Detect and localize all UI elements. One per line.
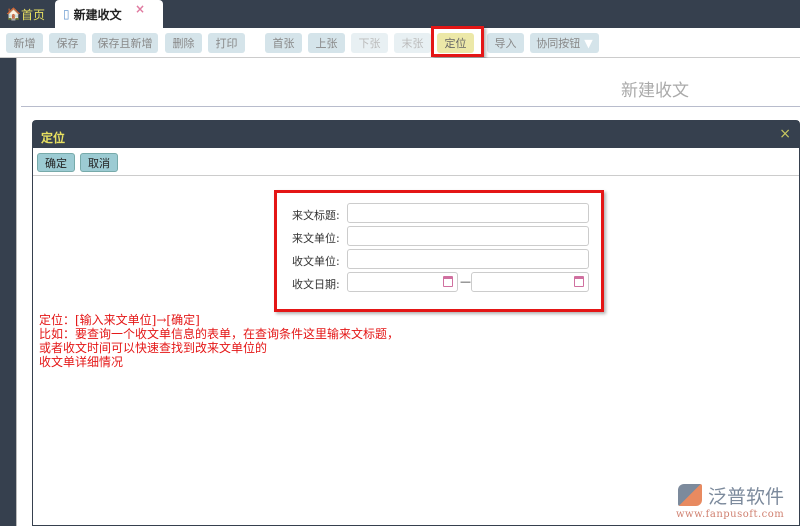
import-button[interactable]: 导入 [487,33,524,53]
calendar-icon[interactable] [574,276,584,287]
collab-label: 协同按钮 [536,37,581,50]
logo-mark-icon [678,484,702,506]
label-sender: 来文单位: [292,232,340,245]
title-input[interactable] [347,203,589,223]
calendar-icon[interactable] [443,276,453,287]
note-line: 比如：要查询一个收文单信息的表单，在查询条件这里输来文标题， [39,327,400,341]
label-date: 收文日期: [292,278,340,291]
ok-button[interactable]: 确定 [37,153,75,172]
print-button[interactable]: 打印 [208,33,245,53]
chevron-down-icon: ▼ [584,36,593,50]
cancel-button[interactable]: 取消 [80,153,118,172]
tab-home[interactable]: 🏠 首页 [6,0,45,28]
date-separator: — [460,275,471,288]
document-icon: ▯ [63,7,70,21]
date-to-input[interactable] [471,272,589,292]
dialog-title: 定位 [33,121,799,148]
annotation-note: 定位：[输入来文单位]→[确定] 比如：要查询一个收文单信息的表单，在查询条件这… [39,313,399,369]
label-title: 来文标题: [292,209,340,222]
divider [21,106,800,107]
add-button[interactable]: 新增 [6,33,43,53]
logo: 泛普软件 www.fanpusoft.com [676,482,784,520]
label-receiver: 收文单位: [292,255,340,268]
last-button[interactable]: 末张 [394,33,431,53]
prev-button[interactable]: 上张 [308,33,345,53]
dialog-toolbar: 确定 取消 [33,148,799,176]
note-line: 收文单详细情况 [39,355,124,369]
close-icon[interactable]: × [779,126,791,142]
collab-button[interactable]: 协同按钮 ▼ [530,33,599,53]
home-icon: 🏠 [6,7,21,21]
close-tab-icon[interactable]: × [135,2,145,16]
receiver-input[interactable] [347,249,589,269]
highlight-box [431,26,484,57]
first-button[interactable]: 首张 [265,33,302,53]
tab-new-receipt[interactable]: ▯ 新建收文 × [55,0,163,28]
delete-button[interactable]: 删除 [165,33,202,53]
logo-url: www.fanpusoft.com [676,509,785,520]
note-line: 或者收文时间可以快速查找到改来文单位的 [39,341,268,355]
tab-label: 新建收文 [73,7,122,22]
save-and-new-button[interactable]: 保存且新增 [92,33,158,53]
sender-input[interactable] [347,226,589,246]
next-button[interactable]: 下张 [351,33,388,53]
save-button[interactable]: 保存 [49,33,86,53]
date-from-input[interactable] [347,272,458,292]
toolbar: 新增 保存 保存且新增 删除 打印 首张 上张 下张 末张 定位 导入 协同按钮… [0,28,800,58]
page-title: 新建收文 [621,81,689,101]
tab-home-label: 首页 [20,7,45,22]
note-line: 定位：[输入来文单位]→[确定] [39,313,200,327]
